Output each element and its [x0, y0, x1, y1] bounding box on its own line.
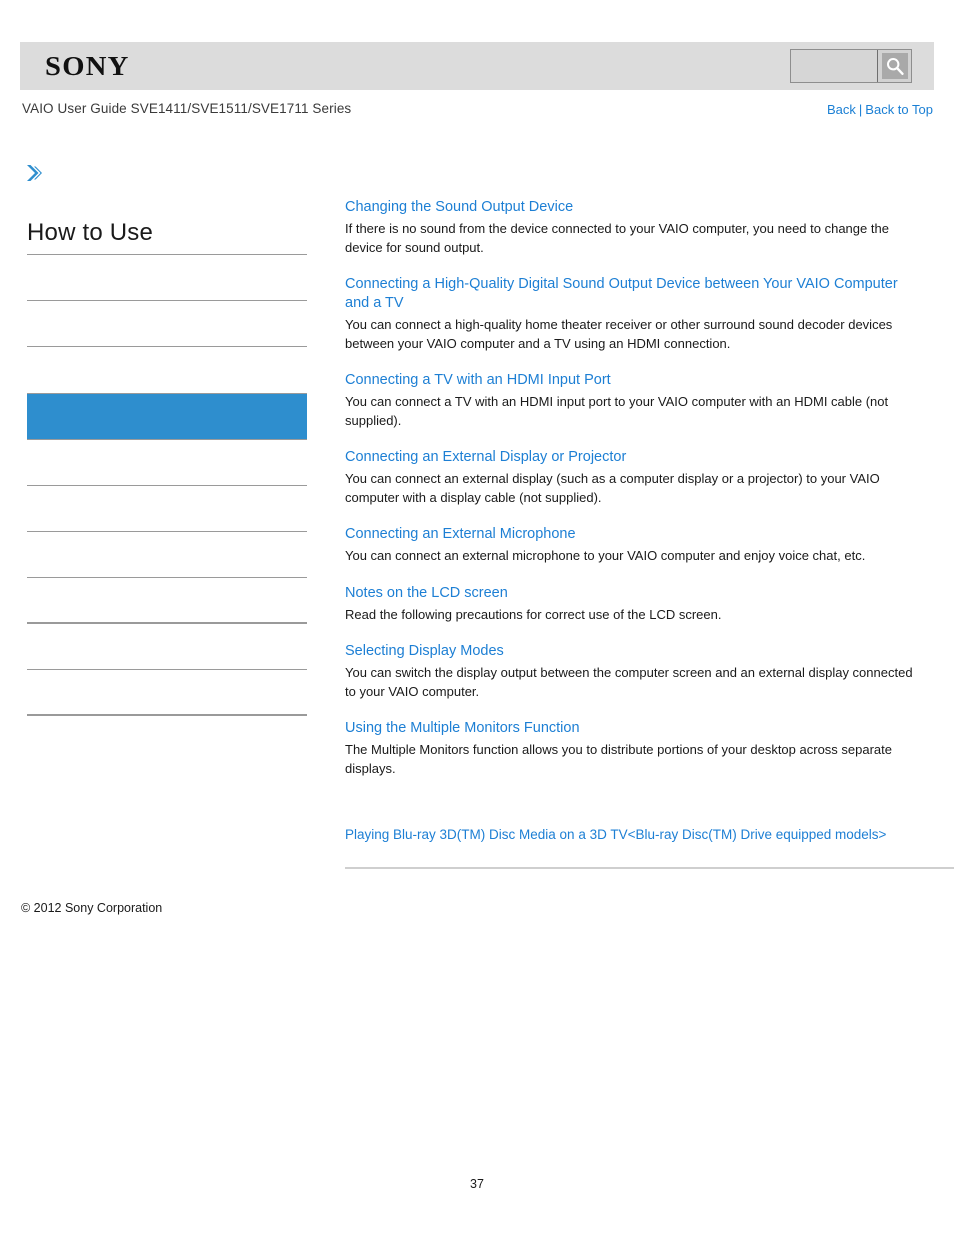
content-list: Changing the Sound Output Device If ther… [345, 198, 945, 796]
search-input[interactable] [791, 50, 877, 82]
sidebar-item-3-selected[interactable] [27, 394, 307, 440]
guide-title: VAIO User Guide SVE1411/SVE1511/SVE1711 … [22, 101, 352, 116]
bluray-3d-link[interactable]: Playing Blu-ray 3D(TM) Disc Media on a 3… [345, 826, 886, 844]
content-entry: Connecting an External Display or Projec… [345, 448, 945, 507]
sidebar-item-0[interactable] [27, 255, 307, 301]
sidebar-item-7[interactable] [27, 578, 307, 624]
sidebar-item-2[interactable] [27, 347, 307, 394]
entry-description: You can connect a high-quality home thea… [345, 317, 893, 351]
content-entry: Connecting a TV with an HDMI Input Port … [345, 371, 945, 430]
content-entry: Notes on the LCD screen Read the followi… [345, 584, 945, 625]
search-box[interactable] [790, 49, 912, 83]
entry-title-link[interactable]: Notes on the LCD screen [345, 584, 921, 603]
nav-separator: | [858, 102, 863, 117]
entry-title-link[interactable]: Connecting a TV with an HDMI Input Port [345, 371, 921, 390]
sidebar-item-9[interactable] [27, 670, 307, 716]
sidebar-item-8[interactable] [27, 624, 307, 670]
extra-link-block: Playing Blu-ray 3D(TM) Disc Media on a 3… [345, 826, 954, 844]
entry-title-link[interactable]: Using the Multiple Monitors Function [345, 719, 921, 738]
sidebar-item-1[interactable] [27, 301, 307, 347]
entry-description: You can connect an external display (suc… [345, 471, 880, 505]
page-title: How to Use [27, 218, 307, 255]
content-divider [345, 867, 954, 869]
sony-logo: SONY [45, 51, 130, 81]
entry-description: You can switch the display output betwee… [345, 665, 913, 699]
entry-description: The Multiple Monitors function allows yo… [345, 742, 892, 776]
entry-title-link[interactable]: Connecting a High-Quality Digital Sound … [345, 275, 921, 313]
chevron-right-icon[interactable] [22, 161, 46, 185]
sidebar-item-6[interactable] [27, 532, 307, 578]
entry-title-link[interactable]: Changing the Sound Output Device [345, 198, 921, 217]
sidebar: How to Use [27, 218, 307, 716]
search-button[interactable] [877, 50, 911, 82]
content-entry: Changing the Sound Output Device If ther… [345, 198, 945, 257]
entry-title-link[interactable]: Connecting an External Display or Projec… [345, 448, 921, 467]
content-entry: Connecting a High-Quality Digital Sound … [345, 275, 945, 353]
entry-description: If there is no sound from the device con… [345, 221, 889, 255]
header-nav: Back | Back to Top [827, 102, 933, 117]
page-number: 37 [470, 1177, 484, 1191]
copyright-text: © 2012 Sony Corporation [21, 901, 163, 915]
entry-title-link[interactable]: Selecting Display Modes [345, 642, 921, 661]
content-entry: Connecting an External Microphone You ca… [345, 525, 945, 566]
content-entry: Using the Multiple Monitors Function The… [345, 719, 945, 778]
sidebar-item-4[interactable] [27, 440, 307, 486]
sidebar-item-5[interactable] [27, 486, 307, 532]
entry-description: You can connect an external microphone t… [345, 548, 866, 563]
entry-title-link[interactable]: Connecting an External Microphone [345, 525, 921, 544]
entry-description: Read the following precautions for corre… [345, 606, 722, 622]
entry-description: You can connect a TV with an HDMI input … [345, 394, 889, 428]
back-to-top-link[interactable]: Back to Top [865, 102, 933, 117]
back-link[interactable]: Back [827, 102, 856, 117]
search-icon [881, 53, 908, 79]
content-entry: Selecting Display Modes You can switch t… [345, 642, 945, 701]
header-band: SONY [20, 42, 934, 90]
